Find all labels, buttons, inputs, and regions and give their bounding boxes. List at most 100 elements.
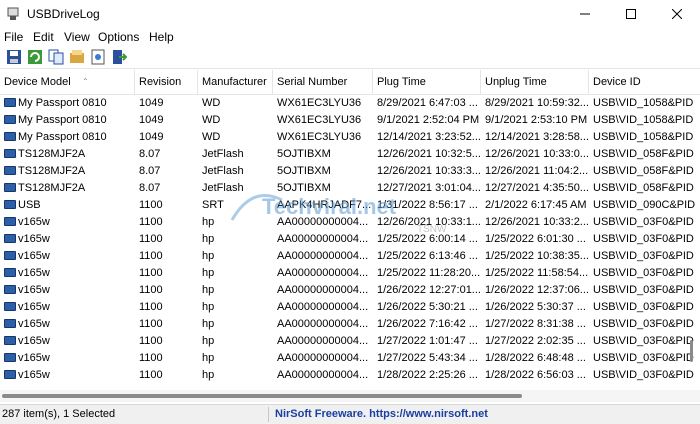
- cell-serial-number: 5OJTIBXM: [277, 182, 331, 194]
- cell-unplug-time: 12/27/2021 4:35:50...: [485, 182, 589, 194]
- close-button[interactable]: [654, 0, 700, 28]
- cell-unplug-time: 1/26/2022 5:30:37 ...: [485, 301, 586, 313]
- cell-device-model: TS128MJF2A: [0, 180, 135, 197]
- column-device-model[interactable]: Device Model ⌃: [0, 70, 135, 94]
- cell-device-model: v165w: [0, 231, 135, 248]
- table-row[interactable]: My Passport 0810 1049 WD WX61EC3LYU36 9/1/20…: [0, 112, 700, 129]
- copy-icon[interactable]: [48, 49, 64, 65]
- device-model-text: v165w: [18, 335, 50, 347]
- save-icon[interactable]: [6, 49, 22, 65]
- cell-plug-time: 1/26/2022 7:16:42 ...: [377, 318, 478, 330]
- minimize-icon: [580, 13, 590, 15]
- table-row[interactable]: v165w 1100 hp AA00000000004... 1/26/2022 12:…: [0, 282, 700, 299]
- table-row[interactable]: v165w 1100 hp AA00000000004... 12/26/2021 10…: [0, 214, 700, 231]
- column-unplug-time[interactable]: Unplug Time: [481, 70, 589, 94]
- cell-device-model: v165w: [0, 367, 135, 384]
- usb-device-icon: [4, 336, 16, 345]
- cell-manufacturer: hp: [202, 335, 215, 347]
- cell-manufacturer: WD: [202, 131, 221, 143]
- cell-device-id: USB\VID_03F0&PID: [593, 369, 694, 381]
- cell-device-model: v165w: [0, 214, 135, 231]
- cell-revision: 1100: [139, 284, 163, 296]
- table-row[interactable]: v165w 1100 hp AA00000000004... 1/25/2022 11:…: [0, 265, 700, 282]
- cell-revision: 1100: [139, 369, 163, 381]
- table-row[interactable]: My Passport 0810 1049 WD WX61EC3LYU36 12/14/…: [0, 129, 700, 146]
- cell-unplug-time: 1/28/2022 6:56:03 ...: [485, 369, 586, 381]
- table-row[interactable]: USB 1100 SRT AAPK4HRJADF7... 1/31/2022 8:56:…: [0, 197, 700, 214]
- cell-unplug-time: 9/1/2021 2:53:10 PM: [485, 114, 588, 126]
- device-model-text: v165w: [18, 301, 50, 313]
- cell-unplug-time: 2/1/2022 6:17:45 AM: [485, 199, 587, 211]
- minimize-button[interactable]: [562, 0, 608, 28]
- menu-file[interactable]: File: [4, 30, 23, 44]
- usb-device-icon: [4, 319, 16, 328]
- cell-revision: 1100: [139, 352, 163, 364]
- table-row[interactable]: v165w 1100 hp AA00000000004... 1/25/2022 6:1…: [0, 248, 700, 265]
- usb-device-icon: [4, 166, 16, 175]
- table-row[interactable]: TS128MJF2A 8.07 JetFlash 5OJTIBXM 12/26/2021…: [0, 163, 700, 180]
- device-model-text: TS128MJF2A: [18, 182, 86, 194]
- table-row[interactable]: v165w 1100 hp AA00000000004... 1/25/2022 6:0…: [0, 231, 700, 248]
- cell-device-model: My Passport 0810: [0, 95, 135, 112]
- table-row[interactable]: My Passport 0810 1049 WD WX61EC3LYU36 8/29/2…: [0, 95, 700, 112]
- cell-unplug-time: 8/29/2021 10:59:32...: [485, 97, 589, 109]
- table-row[interactable]: v165w 1100 hp AA00000000004... 1/27/2022 5:4…: [0, 350, 700, 367]
- cell-manufacturer: WD: [202, 114, 221, 126]
- cell-unplug-time: 12/26/2021 11:04:2...: [485, 165, 589, 177]
- cell-revision: 1100: [139, 233, 163, 245]
- cell-device-id: USB\VID_1058&PID: [593, 114, 694, 126]
- column-manufacturer[interactable]: Manufacturer: [198, 70, 273, 94]
- table-row[interactable]: TS128MJF2A 8.07 JetFlash 5OJTIBXM 12/26/2021…: [0, 146, 700, 163]
- cell-serial-number: 5OJTIBXM: [277, 165, 331, 177]
- vertical-scroll-thumb[interactable]: [690, 340, 693, 362]
- cell-unplug-time: 1/27/2022 8:31:38 ...: [485, 318, 586, 330]
- column-plug-time[interactable]: Plug Time: [373, 70, 481, 94]
- cell-plug-time: 12/27/2021 3:01:04...: [377, 182, 481, 194]
- report-icon[interactable]: [90, 49, 106, 65]
- cell-device-id: USB\VID_03F0&PID: [593, 267, 694, 279]
- cell-device-model: TS128MJF2A: [0, 146, 135, 163]
- usb-device-icon: [4, 200, 16, 209]
- cell-revision: 1100: [139, 267, 163, 279]
- cell-unplug-time: 1/28/2022 6:48:48 ...: [485, 352, 586, 364]
- cell-unplug-time: 1/25/2022 6:01:30 ...: [485, 233, 586, 245]
- table-row[interactable]: v165w 1100 hp AA00000000004... 1/26/2022 5:3…: [0, 299, 700, 316]
- device-list[interactable]: Device Model ⌃ Revision Manufacturer Ser…: [0, 70, 700, 390]
- maximize-button[interactable]: [608, 0, 654, 28]
- cell-unplug-time: 1/25/2022 11:58:54...: [485, 267, 589, 279]
- cell-device-model: v165w: [0, 299, 135, 316]
- usb-device-icon: [4, 217, 16, 226]
- horizontal-scroll-thumb[interactable]: [2, 394, 522, 398]
- cell-serial-number: AA00000000004...: [277, 267, 369, 279]
- column-device-id[interactable]: Device ID: [589, 70, 700, 94]
- cell-plug-time: 12/26/2021 10:33:1...: [377, 216, 481, 228]
- menu-edit[interactable]: Edit: [33, 30, 54, 44]
- properties-icon[interactable]: [69, 49, 85, 65]
- table-row[interactable]: v165w 1100 hp AA00000000004... 1/28/2022 2:2…: [0, 367, 700, 384]
- table-row[interactable]: TS128MJF2A 8.07 JetFlash 5OJTIBXM 12/27/2021…: [0, 180, 700, 197]
- usb-device-icon: [4, 115, 16, 124]
- device-model-text: v165w: [18, 216, 50, 228]
- device-model-text: My Passport 0810: [18, 97, 107, 109]
- menu-view[interactable]: View: [64, 30, 90, 44]
- horizontal-scrollbar[interactable]: [0, 390, 700, 402]
- refresh-icon[interactable]: [27, 49, 43, 65]
- cell-device-model: v165w: [0, 350, 135, 367]
- cell-manufacturer: hp: [202, 369, 215, 381]
- table-row[interactable]: v165w 1100 hp AA00000000004... 1/26/2022 7:1…: [0, 316, 700, 333]
- exit-icon[interactable]: [111, 49, 127, 65]
- cell-revision: 1049: [139, 97, 164, 109]
- table-row[interactable]: v165w 1100 hp AA00000000004... 1/27/2022 1:0…: [0, 333, 700, 350]
- cell-device-model: v165w: [0, 333, 135, 350]
- nirsoft-link[interactable]: NirSoft Freeware. https://www.nirsoft.ne…: [275, 408, 488, 420]
- cell-device-id: USB\VID_03F0&PID: [593, 335, 694, 347]
- cell-serial-number: AA00000000004...: [277, 301, 369, 313]
- app-icon: [7, 7, 19, 20]
- menu-options[interactable]: Options: [98, 30, 139, 44]
- menu-help[interactable]: Help: [149, 30, 174, 44]
- cell-device-model: v165w: [0, 248, 135, 265]
- window-title: USBDriveLog: [27, 7, 100, 21]
- cell-manufacturer: JetFlash: [202, 182, 244, 194]
- column-serial-number[interactable]: Serial Number: [273, 70, 373, 94]
- column-revision[interactable]: Revision: [135, 70, 198, 94]
